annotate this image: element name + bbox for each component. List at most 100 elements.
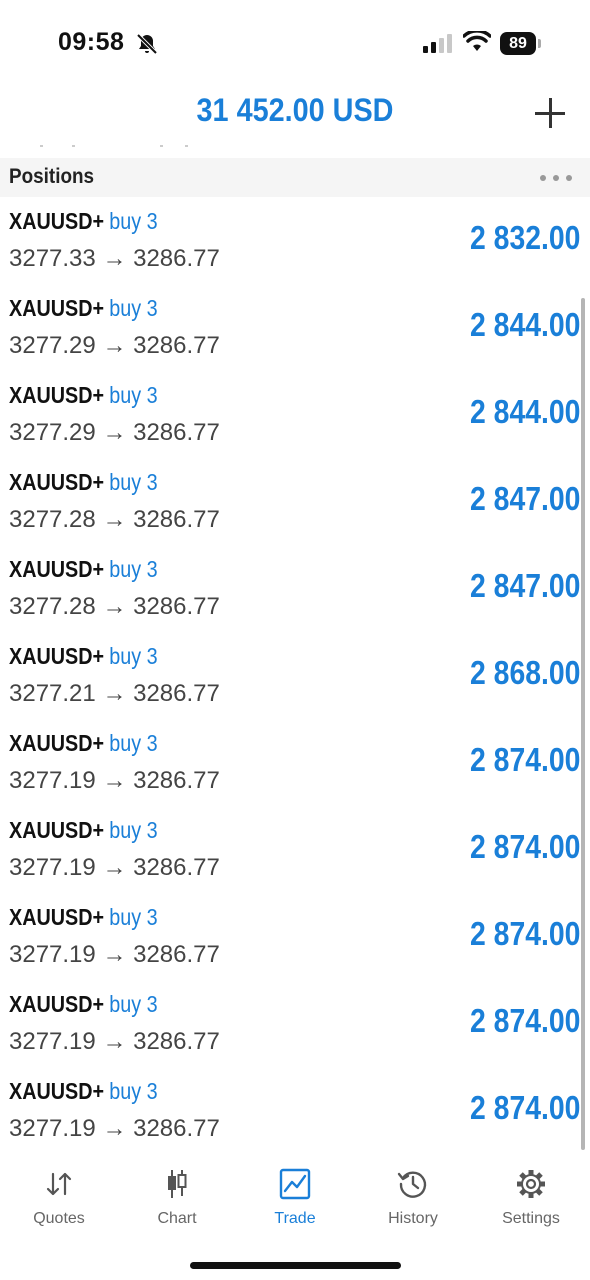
scrollbar[interactable] [581,298,585,1150]
position-symbol: XAUUSD+ buy 3 [9,469,158,496]
arrow-icon: → [102,767,127,794]
symbol-text: XAUUSD+ [9,556,105,582]
current-price: 3286.77 [133,854,220,881]
status-time: 09:58 [58,28,125,56]
position-direction: buy 3 [109,208,158,234]
tab-label: Chart [157,1210,197,1227]
position-row[interactable]: XAUUSD+ buy 3 3277.29 → 3286.77 2 844.00 [0,372,590,459]
position-row[interactable]: XAUUSD+ buy 3 3277.28 → 3286.77 2 847.00 [0,459,590,546]
position-profit: 2 868.00 [469,654,580,691]
home-indicator[interactable] [190,1262,401,1269]
status-bar: 09:58 89 [0,0,590,88]
position-symbol: XAUUSD+ buy 3 [9,208,158,235]
current-price: 3286.77 [133,506,220,533]
symbol-text: XAUUSD+ [9,382,105,408]
position-direction: buy 3 [109,730,158,756]
account-balance: 31 452.00 USD [196,92,394,128]
tab-label: Quotes [33,1210,85,1227]
position-profit: 2 874.00 [469,1089,580,1126]
position-row[interactable]: XAUUSD+ buy 3 3277.19 → 3286.77 2 874.00 [0,1068,590,1155]
position-direction: buy 3 [109,556,158,582]
current-price: 3286.77 [133,1028,220,1055]
plus-icon[interactable] [534,97,566,129]
cellular-signal-icon [423,34,452,53]
tab-quotes[interactable]: Quotes [0,1166,118,1236]
tab-chart[interactable]: Chart [118,1166,236,1236]
tab-history[interactable]: History [354,1166,472,1236]
current-price: 3286.77 [133,419,220,446]
arrow-icon: → [102,941,127,968]
position-prices: 3277.19 → 3286.77 [9,1028,220,1056]
tab-label: Trade [274,1210,316,1227]
open-price: 3277.19 [9,941,96,968]
position-profit: 2 847.00 [469,567,580,604]
positions-section-header: Positions [0,158,590,197]
open-price: 3277.29 [9,419,96,446]
arrow-icon: → [102,680,127,707]
position-direction: buy 3 [109,991,158,1017]
history-icon [397,1171,427,1198]
current-price: 3286.77 [133,593,220,620]
position-direction: buy 3 [109,817,158,843]
current-price: 3286.77 [133,332,220,359]
position-profit: 2 874.00 [469,1002,580,1039]
current-price: 3286.77 [133,767,220,794]
position-row[interactable]: XAUUSD+ buy 3 3277.19 → 3286.77 2 874.00 [0,981,590,1068]
symbol-text: XAUUSD+ [9,730,105,756]
trade-icon [279,1168,311,1200]
positions-list: XAUUSD+ buy 3 3277.33 → 3286.77 2 832.00 … [0,198,590,1155]
position-symbol: XAUUSD+ buy 3 [9,991,158,1018]
open-price: 3277.21 [9,680,96,707]
symbol-text: XAUUSD+ [9,208,105,234]
scrolled-content-peek [0,142,590,156]
position-row[interactable]: XAUUSD+ buy 3 3277.21 → 3286.77 2 868.00 [0,633,590,720]
symbol-text: XAUUSD+ [9,817,105,843]
symbol-text: XAUUSD+ [9,643,105,669]
position-prices: 3277.29 → 3286.77 [9,419,220,447]
battery-level: 89 [500,32,536,55]
position-direction: buy 3 [109,643,158,669]
position-prices: 3277.33 → 3286.77 [9,245,220,273]
open-price: 3277.19 [9,854,96,881]
position-prices: 3277.28 → 3286.77 [9,593,220,621]
position-symbol: XAUUSD+ buy 3 [9,730,158,757]
position-symbol: XAUUSD+ buy 3 [9,904,158,931]
position-profit: 2 844.00 [469,306,580,343]
open-price: 3277.29 [9,332,96,359]
position-row[interactable]: XAUUSD+ buy 3 3277.19 → 3286.77 2 874.00 [0,894,590,981]
current-price: 3286.77 [133,245,220,272]
open-price: 3277.19 [9,1028,96,1055]
open-price: 3277.33 [9,245,96,272]
position-row[interactable]: XAUUSD+ buy 3 3277.33 → 3286.77 2 832.00 [0,198,590,285]
symbol-text: XAUUSD+ [9,469,105,495]
position-row[interactable]: XAUUSD+ buy 3 3277.28 → 3286.77 2 847.00 [0,546,590,633]
tab-trade[interactable]: Trade [236,1166,354,1236]
position-symbol: XAUUSD+ buy 3 [9,643,158,670]
position-prices: 3277.29 → 3286.77 [9,332,220,360]
position-row[interactable]: XAUUSD+ buy 3 3277.29 → 3286.77 2 844.00 [0,285,590,372]
position-prices: 3277.21 → 3286.77 [9,680,220,708]
position-symbol: XAUUSD+ buy 3 [9,556,158,583]
position-direction: buy 3 [109,295,158,321]
position-row[interactable]: XAUUSD+ buy 3 3277.19 → 3286.77 2 874.00 [0,807,590,894]
more-icon[interactable] [540,175,572,181]
position-profit: 2 874.00 [469,828,580,865]
position-prices: 3277.19 → 3286.77 [9,854,220,882]
position-profit: 2 844.00 [469,393,580,430]
position-prices: 3277.19 → 3286.77 [9,1115,220,1143]
position-direction: buy 3 [109,1078,158,1104]
settings-icon [517,1170,545,1198]
chart-icon [168,1170,187,1198]
position-symbol: XAUUSD+ buy 3 [9,1078,158,1105]
position-profit: 2 832.00 [469,219,580,256]
arrow-icon: → [102,1028,127,1055]
arrow-icon: → [102,332,127,359]
position-symbol: XAUUSD+ buy 3 [9,817,158,844]
open-price: 3277.28 [9,506,96,533]
position-prices: 3277.28 → 3286.77 [9,506,220,534]
position-row[interactable]: XAUUSD+ buy 3 3277.19 → 3286.77 2 874.00 [0,720,590,807]
tab-settings[interactable]: Settings [472,1166,590,1236]
current-price: 3286.77 [133,1115,220,1142]
symbol-text: XAUUSD+ [9,295,105,321]
position-symbol: XAUUSD+ buy 3 [9,295,158,322]
